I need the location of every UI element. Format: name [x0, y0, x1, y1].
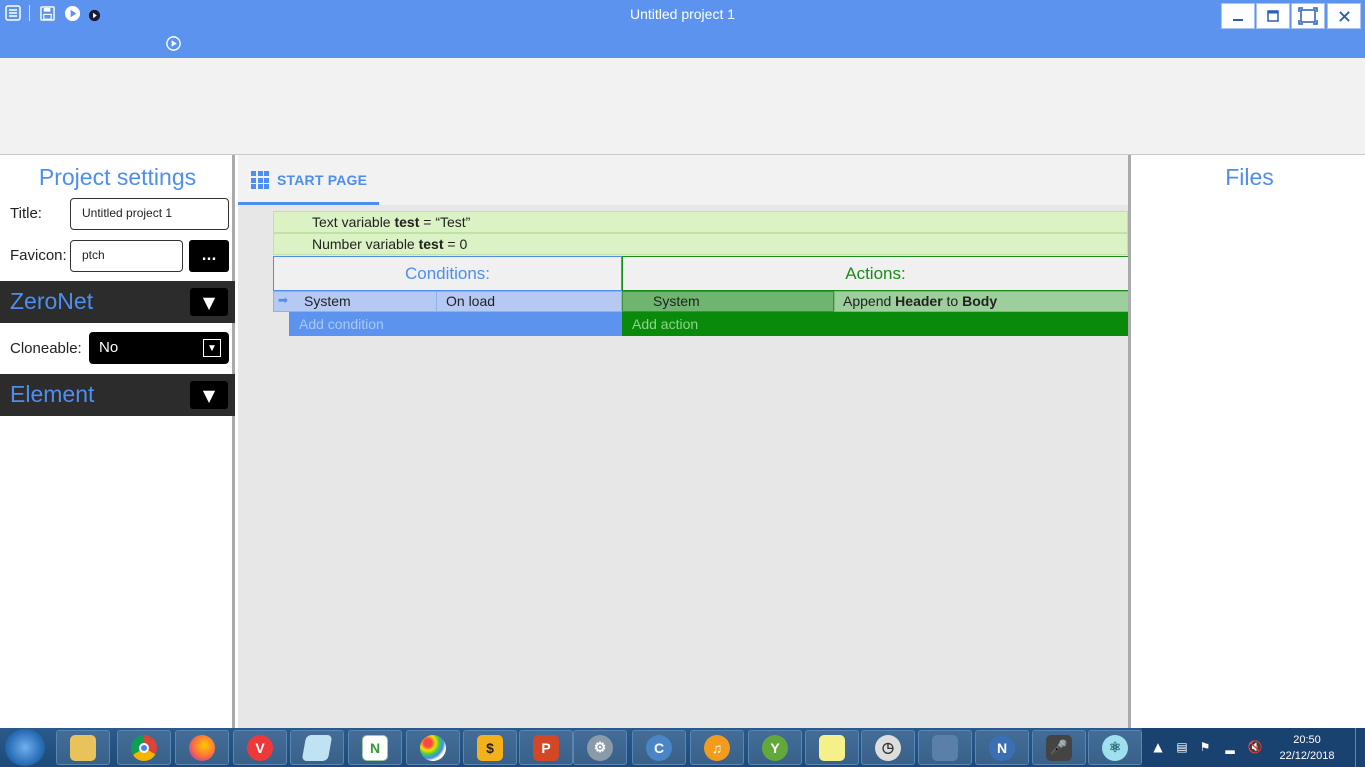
- clipboard-icon[interactable]: ▤: [1175, 740, 1189, 754]
- keepass-icon[interactable]: Y: [748, 730, 802, 765]
- variable-name: test: [418, 236, 444, 252]
- title-field[interactable]: Untitled project 1: [70, 198, 229, 230]
- chrome-icon[interactable]: [117, 730, 171, 765]
- netbeans-icon[interactable]: N: [975, 730, 1029, 765]
- file-explorer-icon[interactable]: [56, 730, 110, 765]
- paint-icon[interactable]: [406, 730, 460, 765]
- files-panel: Files: [1128, 155, 1365, 728]
- sticky-notes-icon[interactable]: [805, 730, 859, 765]
- virtualbox-icon[interactable]: [918, 730, 972, 765]
- zeronet-heading: ZeroNet: [10, 288, 94, 314]
- notepad-icon[interactable]: [290, 730, 344, 765]
- settings-icon[interactable]: ⚙: [573, 730, 627, 765]
- vivaldi-icon[interactable]: V: [233, 730, 287, 765]
- zeronet-section: ZeroNet ▼: [0, 281, 235, 323]
- audacity-icon[interactable]: ♫: [690, 730, 744, 765]
- taskbar: V N $ P ⚙ C ♫ Y ◷ N 🎤 ⚛ ▲ ▤ ⚑ ▂ 🔇 20:50 …: [0, 728, 1365, 767]
- element-expand-button[interactable]: ▼: [190, 381, 228, 409]
- ccleaner-icon[interactable]: C: [632, 730, 686, 765]
- close-button[interactable]: [1327, 3, 1361, 29]
- show-desktop-button[interactable]: [1355, 728, 1365, 767]
- action-destination: Body: [962, 293, 998, 309]
- flag-icon[interactable]: ⚑: [1198, 740, 1212, 754]
- action-object[interactable]: System: [622, 291, 834, 312]
- title-bar: Untitled project 1: [0, 0, 1365, 58]
- variable-value: = 0: [443, 236, 468, 252]
- notepad-plus-plus-icon[interactable]: N: [348, 730, 402, 765]
- variable-value: = “Test”: [419, 214, 471, 230]
- favicon-label: Favicon:: [10, 247, 67, 264]
- panel-heading: Project settings: [38, 164, 197, 190]
- variable-type: Number variable: [312, 236, 419, 252]
- action-target: Header: [895, 293, 943, 309]
- fullscreen-button[interactable]: [1291, 3, 1325, 29]
- date: 22/12/2018: [1279, 750, 1335, 762]
- conditions-heading: Conditions:: [273, 256, 622, 291]
- action-description[interactable]: Append Header to Body: [834, 291, 1129, 312]
- clock[interactable]: 20:50 22/12/2018: [1272, 732, 1342, 764]
- chevron-down-icon: ▼: [203, 339, 221, 357]
- add-condition-button[interactable]: Add condition: [289, 312, 622, 336]
- add-action-button[interactable]: Add action: [622, 312, 1129, 336]
- element-heading: Element: [10, 381, 95, 407]
- element-section: Element ▼: [0, 374, 235, 416]
- variable-type: Text variable: [312, 214, 395, 230]
- cloneable-select[interactable]: No ▼: [89, 332, 229, 364]
- files-heading: Files: [1225, 164, 1274, 190]
- cloneable-label: Cloneable:: [10, 340, 82, 357]
- tab-bar: START PAGE: [238, 155, 1128, 205]
- ribbon: [0, 58, 1365, 155]
- condition-row[interactable]: ➡ System On load: [273, 291, 622, 312]
- variable-row[interactable]: Number variable test = 0: [273, 233, 1128, 255]
- tab-label: START PAGE: [277, 172, 368, 188]
- favicon-field[interactable]: ptch: [70, 240, 183, 272]
- firefox-icon[interactable]: [175, 730, 229, 765]
- powerpoint-icon[interactable]: P: [519, 730, 573, 765]
- arrow-right-icon: ➡: [278, 293, 289, 307]
- grid-icon: [251, 171, 269, 189]
- minimize-button[interactable]: [1221, 3, 1255, 29]
- actions-heading: Actions:: [622, 256, 1129, 291]
- project-settings-panel: Project settings Title: Untitled project…: [0, 155, 235, 728]
- divider: [436, 292, 437, 311]
- window-title: Untitled project 1: [629, 6, 736, 22]
- time: 20:50: [1293, 734, 1321, 746]
- filmora-icon[interactable]: $: [463, 730, 517, 765]
- event-sheet-area: START PAGE Text variable test = “Test” N…: [238, 155, 1129, 728]
- tab-start-page[interactable]: START PAGE: [238, 155, 379, 205]
- stopwatch-icon[interactable]: ◷: [861, 730, 915, 765]
- action-verb: Append: [843, 293, 896, 309]
- cloneable-value: No: [99, 339, 119, 356]
- start-button[interactable]: [5, 729, 45, 766]
- chevron-up-icon[interactable]: ▲: [1151, 740, 1165, 754]
- title-label: Title:: [10, 205, 42, 222]
- signal-icon[interactable]: ▂: [1223, 740, 1237, 754]
- browse-button[interactable]: ...: [189, 240, 229, 272]
- preview-icon[interactable]: [164, 34, 182, 52]
- volume-icon[interactable]: 🔇: [1248, 740, 1263, 754]
- electron-icon[interactable]: ⚛: [1088, 730, 1142, 765]
- condition-object: System: [304, 293, 351, 309]
- maximize-button[interactable]: [1256, 3, 1290, 29]
- variable-name: test: [394, 214, 420, 230]
- microphone-icon[interactable]: 🎤: [1032, 730, 1086, 765]
- zeronet-expand-button[interactable]: ▼: [190, 288, 228, 316]
- condition-trigger: On load: [446, 293, 496, 309]
- action-preposition: to: [942, 293, 963, 309]
- variable-row[interactable]: Text variable test = “Test”: [273, 211, 1128, 233]
